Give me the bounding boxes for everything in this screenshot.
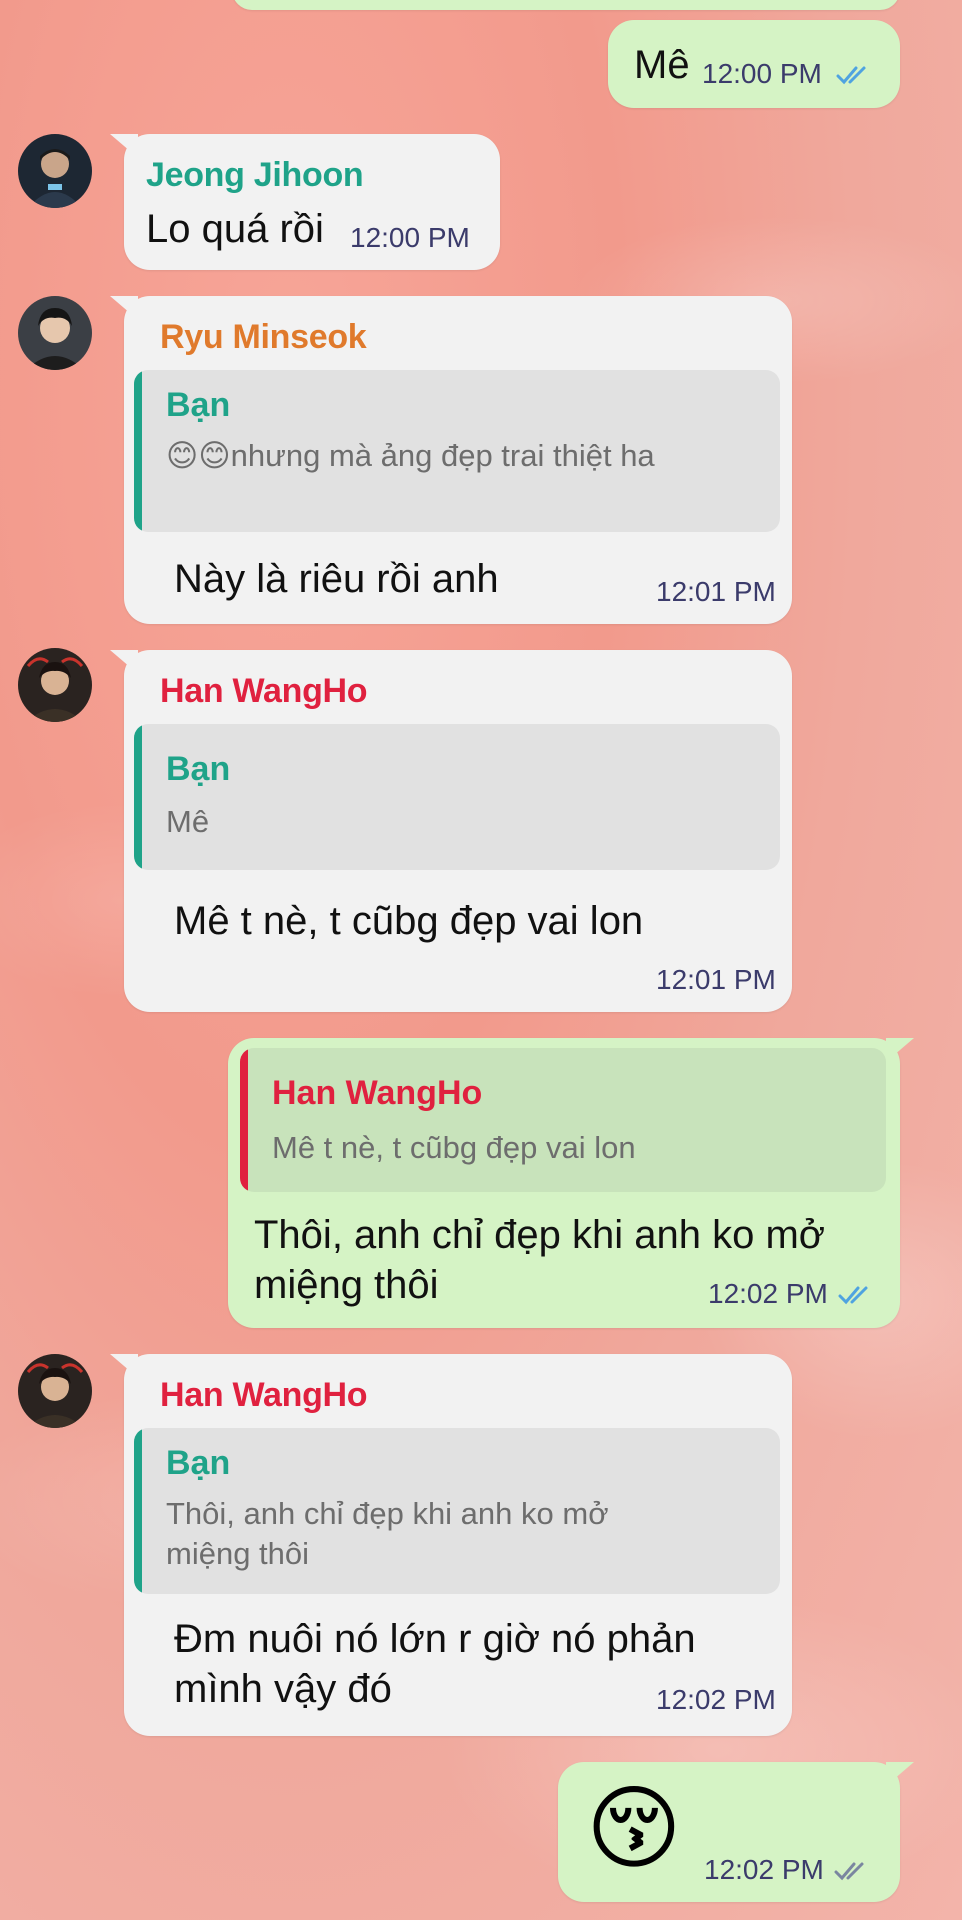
avatar-han-wangho[interactable] [18,648,92,722]
sender-name: Han WangHo [160,1376,368,1414]
quote-sender: Bạn [166,1444,231,1482]
message-time: 12:00 PM [350,222,470,253]
quote-text: Mê t nè, t cũbg đẹp vai lon [272,1130,636,1165]
kissing-emoji: 😚 [586,1778,682,1880]
message-text: Lo quá rồi [146,207,324,251]
quote-sender: Han WangHo [272,1074,483,1112]
message-bubble-incoming[interactable]: Ryu Minseok Bạn 😊😊nhưng mà ảng đẹp trai … [110,296,792,624]
sender-name: Ryu Minseok [160,318,367,356]
quote-text: Mê [166,804,210,839]
reply-quote[interactable]: Bạn Thôi, anh chỉ đẹp khi anh ko mở miện… [134,1428,780,1594]
message-bubble-outgoing[interactable]: Han WangHo Mê t nè, t cũbg đẹp vai lon T… [228,1038,914,1328]
message-bubble-incoming[interactable]: Jeong Jihoon Lo quá rồi 12:00 PM [110,134,500,270]
sender-name: Jeong Jihoon [146,156,364,194]
message-bubble-outgoing[interactable]: 😚 12:02 PM [558,1762,914,1902]
message-time: 12:01 PM [656,576,776,607]
message-bubble-outgoing[interactable]: Mê 12:00 PM [608,20,900,108]
message-time: 12:00 PM [702,58,822,89]
quote-text: Thôi, anh chỉ đẹp khi anh ko mở miệng th… [166,1496,609,1571]
quote-sender: Bạn [166,386,231,424]
message-bubble-incoming[interactable]: Han WangHo Bạn Thôi, anh chỉ đẹp khi anh… [110,1354,792,1736]
message-time: 12:02 PM [708,1278,828,1309]
reply-quote[interactable]: Bạn 😊😊nhưng mà ảng đẹp trai thiệt ha [134,370,780,532]
double-check-icon [838,1286,868,1305]
message-text: Này là riêu rồi anh [174,557,499,601]
sender-name: Han WangHo [160,672,368,710]
message-text: Mê t nè, t cũbg đẹp vai lon [174,899,644,943]
double-check-icon [836,66,866,85]
message-bubble-partial[interactable] [232,0,900,10]
reply-quote[interactable]: Bạn Mê [134,724,780,870]
quote-sender: Bạn [166,750,231,788]
message-time: 12:02 PM [656,1684,776,1715]
message-bubble-incoming[interactable]: Han WangHo Bạn Mê Mê t nè, t cũbg đẹp va… [110,650,792,1012]
avatar-ryu-minseok[interactable] [18,296,92,370]
double-check-icon [834,1862,864,1881]
reply-quote[interactable]: Han WangHo Mê t nè, t cũbg đẹp vai lon [240,1048,886,1192]
avatar-jeong-jihoon[interactable] [18,134,92,208]
quote-text: 😊😊nhưng mà ảng đẹp trai thiệt ha [166,438,655,473]
message-text: Mê [634,43,690,87]
message-time: 12:02 PM [704,1854,824,1885]
message-time: 12:01 PM [656,964,776,995]
avatar-han-wangho[interactable] [18,1354,92,1428]
